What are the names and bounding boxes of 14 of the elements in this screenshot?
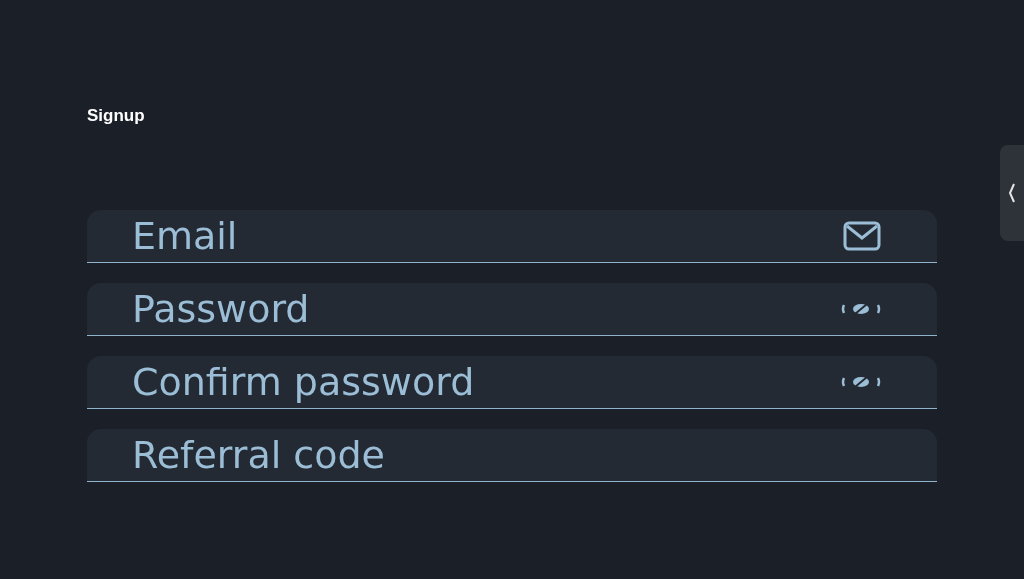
field-input[interactable]: Confirm password: [132, 360, 841, 404]
input-field[interactable]: Email: [87, 210, 937, 263]
side-panel-toggle[interactable]: [1000, 145, 1024, 241]
input-field[interactable]: Password: [87, 283, 937, 336]
chevron-left-icon: [1008, 182, 1016, 204]
eye-off-icon[interactable]: [841, 376, 881, 388]
eye-off-icon[interactable]: [841, 303, 881, 315]
field-input[interactable]: Referral code: [132, 433, 881, 477]
input-field[interactable]: Referral code: [87, 429, 937, 482]
field-input[interactable]: Email: [132, 214, 843, 258]
page-title: Signup: [87, 106, 146, 126]
field-input[interactable]: Password: [132, 287, 841, 331]
input-field[interactable]: Confirm password: [87, 356, 937, 409]
mail-icon: [843, 221, 881, 251]
